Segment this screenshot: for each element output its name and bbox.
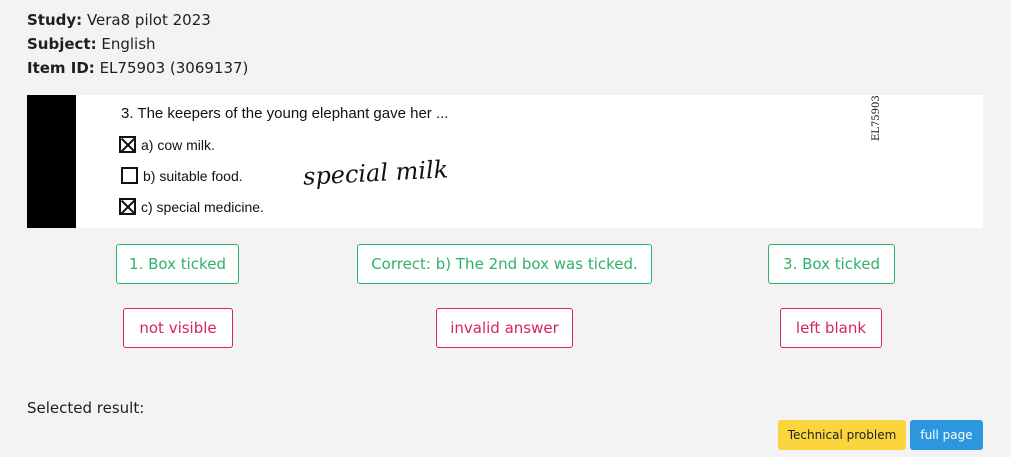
vertical-item-code: EL75903 <box>871 95 882 141</box>
option-a: a) cow milk. <box>119 136 215 153</box>
item-id-line: Item ID: EL75903 (3069137) <box>27 56 248 80</box>
checkbox-crossed-icon <box>119 136 136 153</box>
left-blank-button[interactable]: left blank <box>780 308 882 348</box>
selected-result-label: Selected result: <box>27 399 145 417</box>
study-label: Study: <box>27 11 83 29</box>
option-c-label: c) special medicine. <box>141 198 264 215</box>
checkbox-empty-icon <box>121 167 138 184</box>
checkbox-crossed-icon <box>119 198 136 215</box>
invalid-answer-button[interactable]: invalid answer <box>436 308 573 348</box>
technical-problem-button[interactable]: Technical problem <box>778 420 906 450</box>
box-1-ticked-button[interactable]: 1. Box ticked <box>116 244 239 284</box>
answer-scan-image: 3. The keepers of the young elephant gav… <box>27 95 983 228</box>
study-line: Study: Vera8 pilot 2023 <box>27 8 248 32</box>
correct-answer-button[interactable]: Correct: b) The 2nd box was ticked. <box>357 244 652 284</box>
full-page-button[interactable]: full page <box>910 420 983 450</box>
option-a-label: a) cow milk. <box>141 136 215 153</box>
scan-black-margin <box>27 95 76 228</box>
item-id-value: EL75903 (3069137) <box>94 59 249 77</box>
handwritten-answer: special milk <box>302 155 449 191</box>
option-b: b) suitable food. <box>121 167 243 184</box>
question-text: 3. The keepers of the young elephant gav… <box>121 105 449 122</box>
not-visible-button[interactable]: not visible <box>123 308 233 348</box>
item-metadata: Study: Vera8 pilot 2023 Subject: English… <box>27 8 248 80</box>
option-c: c) special medicine. <box>119 198 264 215</box>
item-id-label: Item ID: <box>27 59 95 77</box>
box-3-ticked-button[interactable]: 3. Box ticked <box>768 244 895 284</box>
option-b-label: b) suitable food. <box>143 167 243 184</box>
subject-label: Subject: <box>27 35 97 53</box>
subject-value: English <box>96 35 156 53</box>
study-value: Vera8 pilot 2023 <box>82 11 211 29</box>
subject-line: Subject: English <box>27 32 248 56</box>
